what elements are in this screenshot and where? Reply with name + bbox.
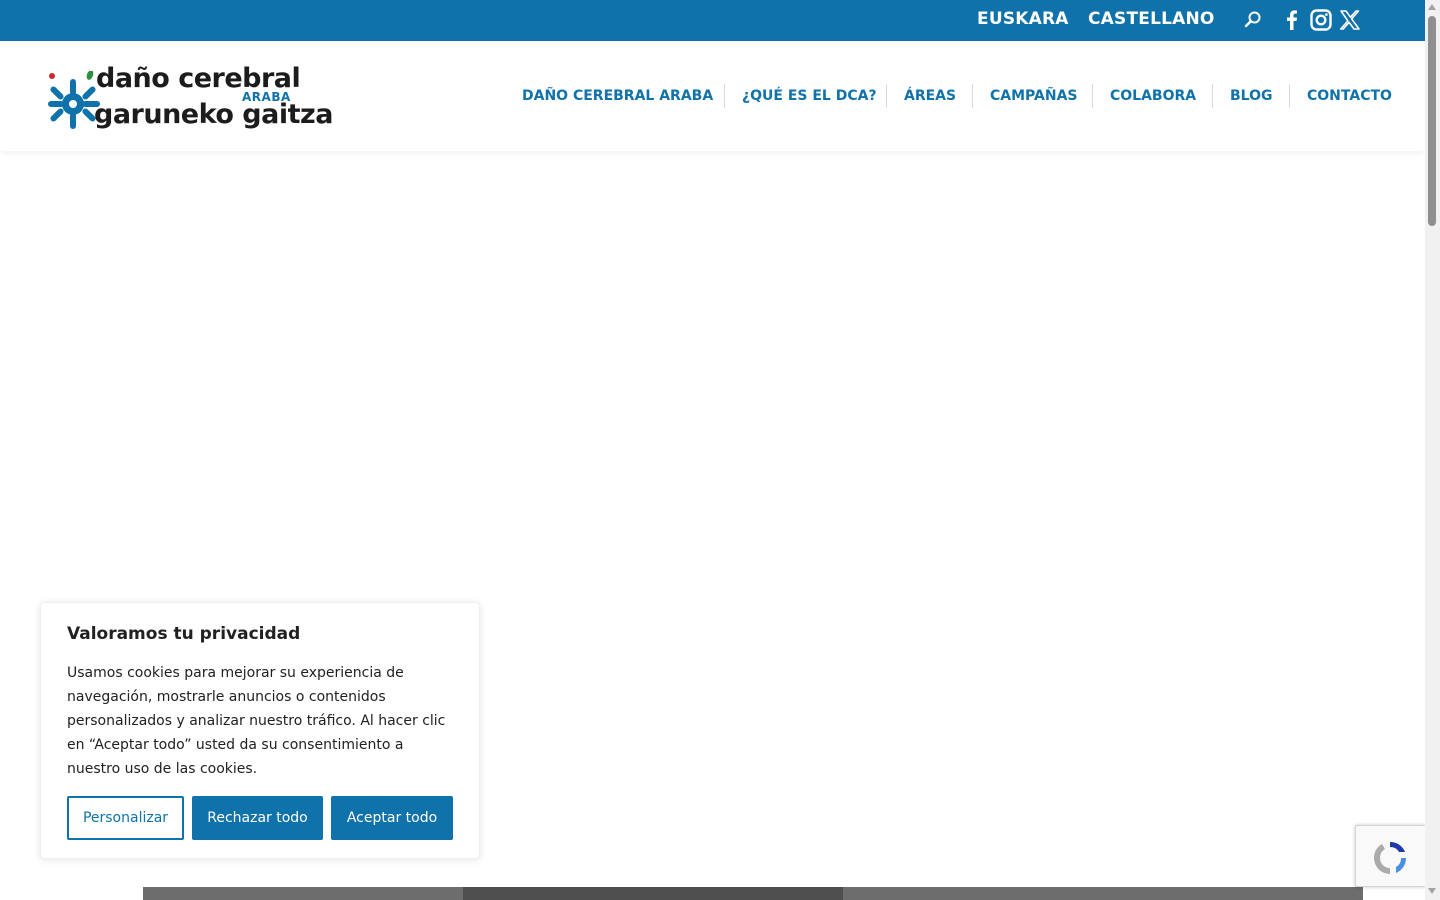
search-icon[interactable] [1241, 8, 1265, 32]
x-icon[interactable] [1338, 8, 1362, 32]
nav-item-areas[interactable]: ÁREAS [904, 88, 956, 104]
accept-all-button[interactable]: Aceptar todo [331, 796, 453, 840]
nav-divider [1289, 84, 1290, 108]
reject-all-button[interactable]: Rechazar todo [192, 796, 323, 840]
hero-image-shade [463, 887, 843, 900]
cookie-description: Usamos cookies para mejorar su experienc… [67, 665, 446, 777]
scroll-down-arrow[interactable] [1428, 888, 1436, 894]
instagram-icon[interactable] [1309, 8, 1333, 32]
nav-item-contacto[interactable]: CONTACTO [1307, 88, 1392, 104]
recaptcha-badge[interactable] [1355, 825, 1425, 887]
nav-item-campanas[interactable]: CAMPAÑAS [990, 88, 1078, 104]
nav-item-que-es-dca[interactable]: ¿QUÉ ES EL DCA? [742, 88, 877, 104]
customize-cookies-button[interactable]: Personalizar [67, 796, 184, 840]
nav-divider [1092, 84, 1093, 108]
scrollbar-thumb[interactable] [1428, 16, 1436, 226]
hero-image [143, 887, 1363, 900]
cookie-consent-banner: Valoramos tu privacidad Usamos cookies p… [40, 602, 480, 859]
recaptcha-icon [1373, 841, 1407, 874]
site-header: daño cerebral ARABA garuneko gaitza DAÑO… [0, 41, 1425, 151]
nav-divider [724, 84, 725, 108]
top-bar: EUSKARA CASTELLANO [0, 0, 1425, 41]
facebook-icon[interactable] [1280, 8, 1304, 32]
nav-item-blog[interactable]: BLOG [1230, 88, 1273, 104]
nav-divider [972, 84, 973, 108]
page-scrollbar[interactable] [1425, 0, 1440, 900]
scroll-up-arrow[interactable] [1428, 4, 1436, 10]
language-castellano-link[interactable]: CASTELLANO [1088, 9, 1215, 29]
cookie-title: Valoramos tu privacidad [67, 624, 301, 644]
logo-text-line2: garuneko gaitza [94, 99, 333, 130]
nav-item-dano-cerebral-araba[interactable]: DAÑO CEREBRAL ARABA [522, 88, 713, 104]
site-logo[interactable]: daño cerebral ARABA garuneko gaitza [46, 63, 333, 133]
language-euskara-link[interactable]: EUSKARA [977, 9, 1069, 29]
nav-divider [886, 84, 887, 108]
nav-divider [1212, 84, 1213, 108]
nav-item-colabora[interactable]: COLABORA [1110, 88, 1196, 104]
